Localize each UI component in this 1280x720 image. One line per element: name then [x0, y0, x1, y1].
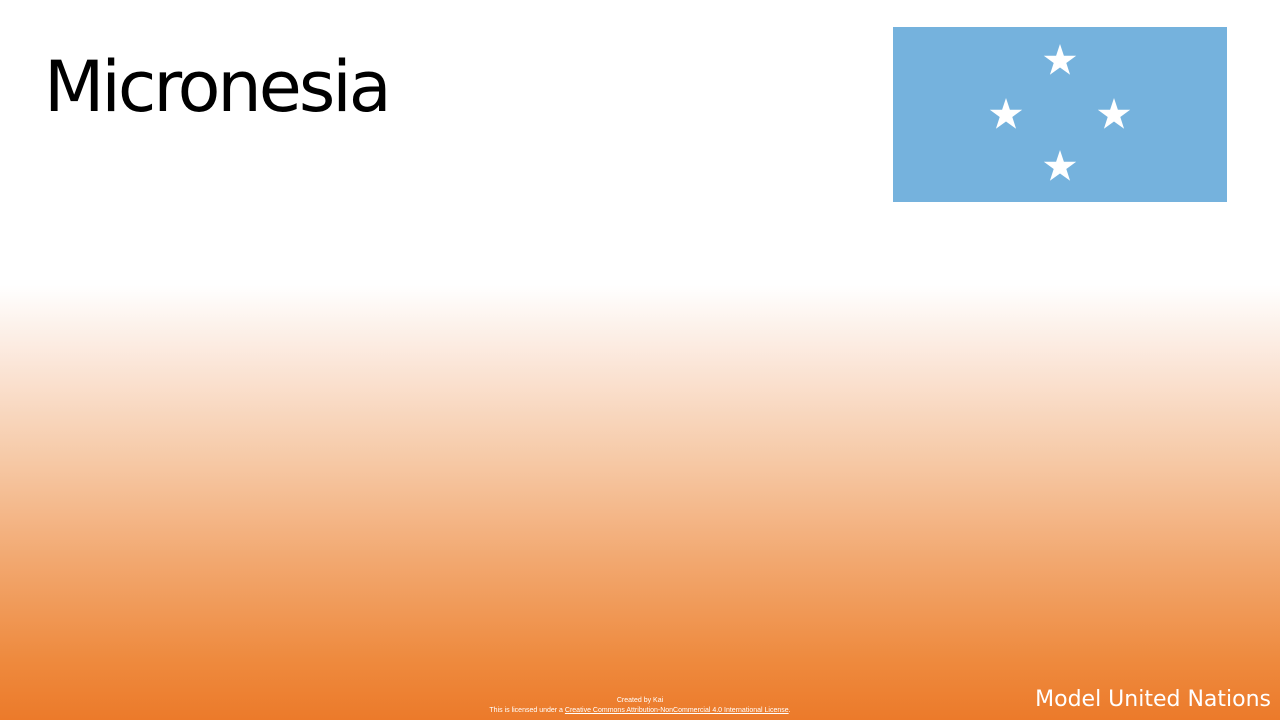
created-by-text: Created by Kai [616, 697, 664, 704]
license-suffix: . [788, 707, 791, 714]
flag-of-micronesia-icon [893, 27, 1227, 202]
brand-label: Model United Nations [1035, 687, 1271, 712]
slide-title: Micronesia [44, 46, 392, 128]
license-prefix: This is licensed under a [489, 707, 563, 714]
license-line: This is licensed under a Creative Common… [400, 706, 880, 716]
license-footer: Created by Kai This is licensed under a … [400, 696, 880, 716]
license-link[interactable]: Creative Commons Attribution-NonCommerci… [565, 707, 789, 714]
